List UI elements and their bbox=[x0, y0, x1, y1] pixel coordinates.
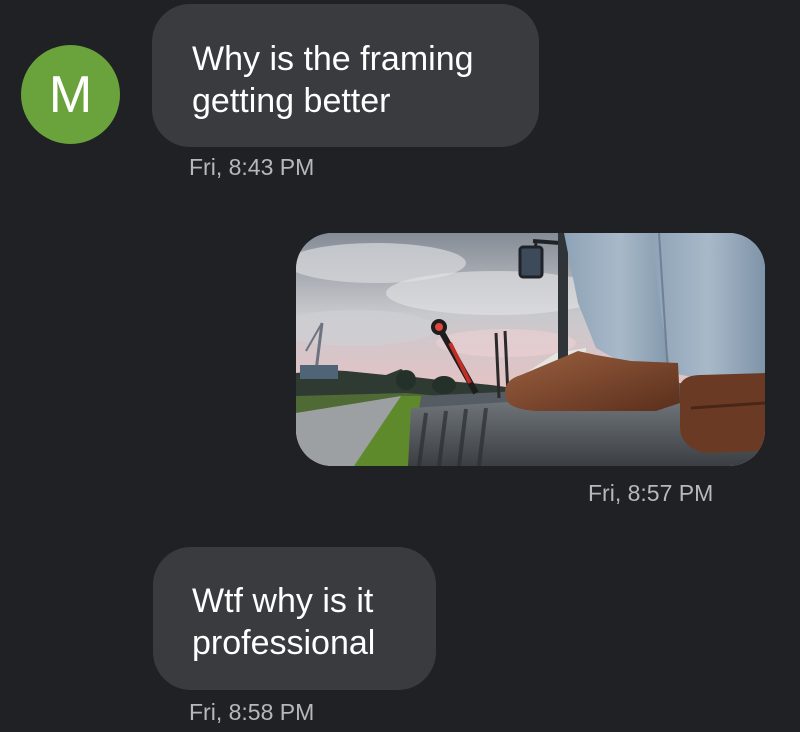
message-timestamp: Fri, 8:43 PM bbox=[189, 154, 315, 180]
message-timestamp: Fri, 8:58 PM bbox=[189, 699, 315, 725]
message-text-line: getting better bbox=[192, 82, 391, 120]
message-text-line: Why is the framing bbox=[192, 40, 474, 78]
tractor-photo bbox=[296, 233, 765, 466]
message-timestamp: Fri, 8:57 PM bbox=[588, 480, 714, 506]
photo-message[interactable] bbox=[296, 233, 765, 466]
message-text-line: Wtf why is it bbox=[192, 582, 374, 620]
avatar-letter: M bbox=[48, 65, 93, 124]
incoming-message-bubble[interactable]: Wtf why is it professional bbox=[153, 547, 436, 690]
incoming-message-bubble[interactable]: Why is the framing getting better bbox=[152, 4, 539, 147]
message-text-line: professional bbox=[192, 624, 376, 662]
contact-avatar[interactable]: M bbox=[21, 45, 120, 144]
